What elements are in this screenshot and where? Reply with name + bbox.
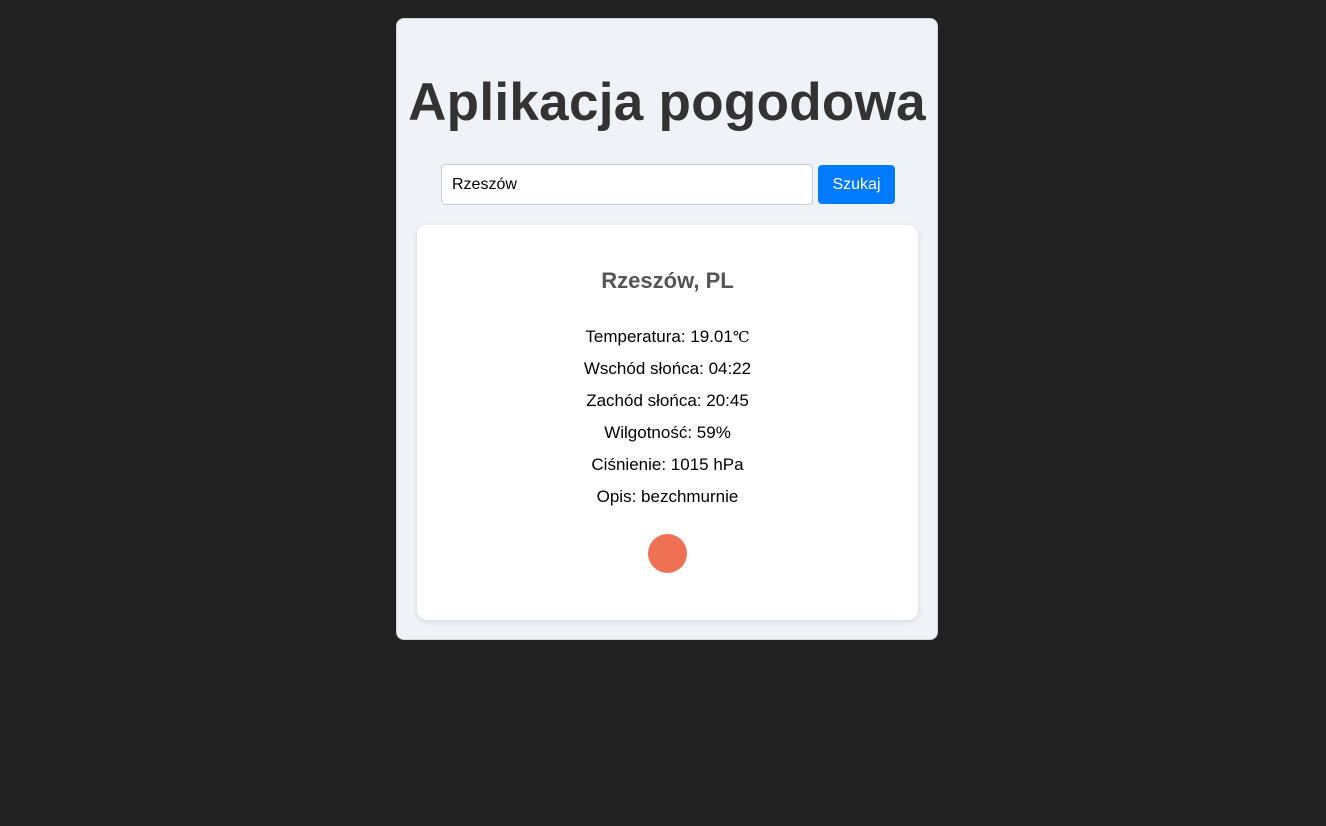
search-button[interactable]: Szukaj xyxy=(818,165,895,204)
humidity-value: 59% xyxy=(696,423,731,442)
sunset-label: Zachód słońca: xyxy=(586,391,707,410)
sunrise-label: Wschód słońca: xyxy=(583,359,709,378)
temperature-unit: ℃ xyxy=(732,328,750,346)
description-value: bezchmurnie xyxy=(641,487,739,506)
description-label: Opis: xyxy=(596,487,642,506)
app-title: Aplikacja pogodowa xyxy=(408,73,926,132)
city-search-input[interactable] xyxy=(441,164,813,205)
pressure-value: 1015 hPa xyxy=(670,455,744,474)
temperature-row: Temperatura: 19.01℃ xyxy=(417,321,918,353)
weather-card: Rzeszów, PL Temperatura: 19.01℃ Wschód s… xyxy=(417,225,918,620)
sunrise-value: 04:22 xyxy=(708,359,752,378)
city-name: Rzeszów, PL xyxy=(601,268,734,293)
weather-details: Temperatura: 19.01℃ Wschód słońca: 04:22… xyxy=(417,321,918,513)
humidity-row: Wilgotność: 59% xyxy=(417,417,918,449)
clear-sky-sun-icon xyxy=(648,534,687,573)
sunset-row: Zachód słońca: 20:45 xyxy=(417,385,918,417)
temperature-label: Temperatura: xyxy=(585,327,691,346)
sunset-value: 20:45 xyxy=(706,391,749,410)
pressure-label: Ciśnienie: xyxy=(591,455,671,474)
temperature-value: 19.01 xyxy=(690,327,733,346)
weather-app-container: Aplikacja pogodowa Szukaj Rzeszów, PL Te… xyxy=(396,18,938,640)
description-row: Opis: bezchmurnie xyxy=(417,481,918,513)
pressure-row: Ciśnienie: 1015 hPa xyxy=(417,449,918,481)
humidity-label: Wilgotność: xyxy=(604,423,697,442)
sunrise-row: Wschód słońca: 04:22 xyxy=(417,353,918,385)
